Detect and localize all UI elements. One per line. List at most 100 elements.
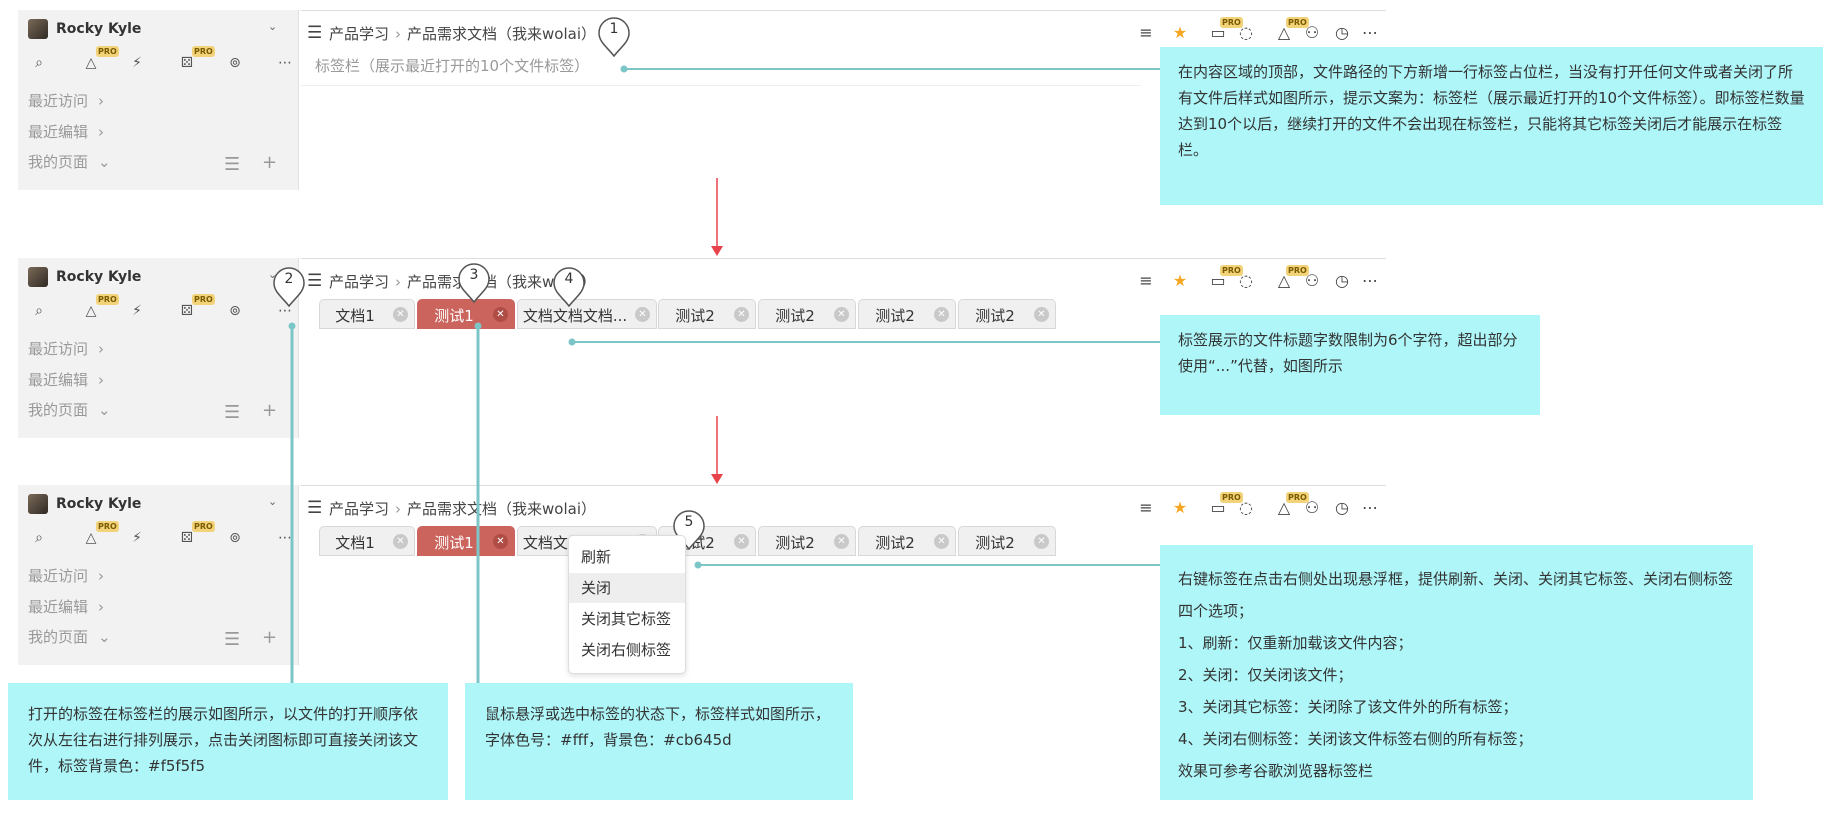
search-icon[interactable]: ⌕ xyxy=(28,527,50,549)
close-icon[interactable]: ✕ xyxy=(1034,534,1049,549)
comment-icon[interactable]: ◌ xyxy=(1234,21,1258,45)
sidebar-item-my-pages[interactable]: 我的页面 ⌄ xyxy=(28,626,111,647)
sidebar-item-recent-visit[interactable]: 最近访问 › xyxy=(28,565,104,586)
tab[interactable]: 测试2 ✕ xyxy=(958,526,1056,556)
add-page-icon[interactable]: + xyxy=(262,152,277,173)
comment-icon[interactable]: ◌ xyxy=(1234,269,1258,293)
breadcrumb-root[interactable]: 产品学习 xyxy=(329,271,389,292)
comment-icon[interactable]: ◌ xyxy=(1234,496,1258,520)
flow-arrow-2-head xyxy=(711,474,723,484)
sidebar: Rocky Kyle ⌄ ⌕ △ PRO ⚡ ⚄ PRO ⊚ ⋯ 最近访问 › 最近编辑 › 我的页面 ⌄ ☰ + xyxy=(18,258,299,438)
marker-number: 3 xyxy=(469,267,479,283)
history-icon[interactable]: ◷ xyxy=(1330,21,1354,45)
tab[interactable]: 测试2 ✕ xyxy=(958,299,1056,329)
close-icon[interactable]: ✕ xyxy=(393,534,408,549)
marker-number: 5 xyxy=(684,514,694,530)
add-user-icon[interactable]: ⚇ xyxy=(1300,496,1324,520)
close-icon[interactable]: ✕ xyxy=(734,307,749,322)
sidebar-item-recent-edit[interactable]: 最近编辑 › xyxy=(28,121,104,142)
close-icon[interactable]: ✕ xyxy=(493,307,508,322)
sidebar-item-my-pages[interactable]: 我的页面 ⌄ xyxy=(28,151,111,172)
menu-item-close-right[interactable]: 关闭右侧标签 xyxy=(569,635,685,665)
breadcrumb-root[interactable]: 产品学习 xyxy=(329,23,389,44)
menu-icon[interactable]: ☰ xyxy=(307,271,322,291)
menu-item-refresh[interactable]: 刷新 xyxy=(569,542,685,572)
star-icon[interactable]: ★ xyxy=(1168,269,1192,293)
more-icon[interactable]: ⋯ xyxy=(274,52,296,74)
lightning-icon[interactable]: ⚡ xyxy=(126,52,148,74)
close-icon[interactable]: ✕ xyxy=(934,307,949,322)
history-icon[interactable]: ◷ xyxy=(1330,496,1354,520)
tab[interactable]: 文档1 ✕ xyxy=(319,299,415,329)
lightning-icon[interactable]: ⚡ xyxy=(126,300,148,322)
search-icon[interactable]: ⌕ xyxy=(28,52,50,74)
close-icon[interactable]: ✕ xyxy=(635,307,650,322)
close-icon[interactable]: ✕ xyxy=(393,307,408,322)
tab-label: 测试2 xyxy=(775,534,815,552)
chevron-down-icon[interactable]: ⌄ xyxy=(268,20,277,33)
star-icon[interactable]: ★ xyxy=(1168,21,1192,45)
add-user-icon[interactable]: ⚇ xyxy=(1300,21,1324,45)
sidebar: Rocky Kyle ⌄ ⌕ △ PRO ⚡ ⚄ PRO ⊚ ⋯ 最近访问 › 最近编辑 › 我的页面 ⌄ ☰ + xyxy=(18,485,299,665)
list-icon[interactable]: ☰ xyxy=(224,629,240,650)
pro-badge: PRO xyxy=(192,294,215,305)
tab[interactable]: 文档文档文档... ✕ xyxy=(517,299,657,329)
close-icon[interactable]: ✕ xyxy=(934,534,949,549)
tab[interactable]: 文档1 ✕ xyxy=(319,526,415,556)
workspace-switcher[interactable]: Rocky Kyle xyxy=(28,264,141,290)
top-toolbar: ≡ ★ ▭ PRO ◌ △ PRO ⚇ ◷ ⋯ xyxy=(1126,492,1378,520)
sidebar-toolbar: ⌕ △ PRO ⚡ ⚄ PRO ⊚ ⋯ xyxy=(28,46,292,74)
tab[interactable]: 测试2 ✕ xyxy=(758,526,856,556)
tab[interactable]: 测试2 ✕ xyxy=(758,299,856,329)
tab[interactable]: 测试2 ✕ xyxy=(858,299,956,329)
outline-search-icon[interactable]: ≡ xyxy=(1134,496,1158,520)
workspace-switcher[interactable]: Rocky Kyle xyxy=(28,491,141,517)
sidebar-item-recent-edit[interactable]: 最近编辑 › xyxy=(28,369,104,390)
outline-search-icon[interactable]: ≡ xyxy=(1134,21,1158,45)
tab-label: 文档1 xyxy=(335,534,375,552)
sidebar-item-recent-visit[interactable]: 最近访问 › xyxy=(28,338,104,359)
search-icon[interactable]: ⌕ xyxy=(28,300,50,322)
more-icon[interactable]: ⋯ xyxy=(1358,21,1382,45)
lightning-icon[interactable]: ⚡ xyxy=(126,527,148,549)
star-icon[interactable]: ★ xyxy=(1168,496,1192,520)
close-icon[interactable]: ✕ xyxy=(834,307,849,322)
inbox-icon[interactable]: ⊚ xyxy=(224,300,246,322)
more-icon[interactable]: ⋯ xyxy=(1358,269,1382,293)
more-icon[interactable]: ⋯ xyxy=(274,527,296,549)
chevron-right-icon: › xyxy=(98,92,105,110)
sidebar-item-label: 我的页面 xyxy=(28,401,89,419)
tab[interactable]: 测试2 ✕ xyxy=(858,526,956,556)
menu-icon[interactable]: ☰ xyxy=(307,23,322,43)
more-icon[interactable]: ⋯ xyxy=(1358,496,1382,520)
tab[interactable]: 测试1 ✕ xyxy=(417,526,515,556)
inbox-icon[interactable]: ⊚ xyxy=(224,527,246,549)
tab-label: 测试2 xyxy=(775,307,815,325)
close-icon[interactable]: ✕ xyxy=(493,534,508,549)
list-icon[interactable]: ☰ xyxy=(224,402,240,423)
close-icon[interactable]: ✕ xyxy=(1034,307,1049,322)
menu-icon[interactable]: ☰ xyxy=(307,498,322,518)
workspace-name: Rocky Kyle xyxy=(56,21,142,37)
sidebar-item-recent-visit[interactable]: 最近访问 › xyxy=(28,90,104,111)
chevron-right-icon: › xyxy=(98,598,105,616)
list-icon[interactable]: ☰ xyxy=(224,154,240,175)
add-user-icon[interactable]: ⚇ xyxy=(1300,269,1324,293)
inbox-icon[interactable]: ⊚ xyxy=(224,52,246,74)
close-icon[interactable]: ✕ xyxy=(834,534,849,549)
add-page-icon[interactable]: + xyxy=(262,627,277,648)
menu-item-close-others[interactable]: 关闭其它标签 xyxy=(569,604,685,634)
menu-item-close[interactable]: 关闭 xyxy=(569,573,685,603)
close-icon[interactable]: ✕ xyxy=(734,534,749,549)
outline-search-icon[interactable]: ≡ xyxy=(1134,269,1158,293)
sidebar-item-label: 我的页面 xyxy=(28,153,89,171)
annotation-note-3: 打开的标签在标签栏的展示如图所示，以文件的打开顺序依次从左往右进行排列展示，点击… xyxy=(8,683,448,800)
breadcrumb-root[interactable]: 产品学习 xyxy=(329,498,389,519)
sidebar-item-recent-edit[interactable]: 最近编辑 › xyxy=(28,596,104,617)
history-icon[interactable]: ◷ xyxy=(1330,269,1354,293)
workspace-switcher[interactable]: Rocky Kyle xyxy=(28,16,141,42)
add-page-icon[interactable]: + xyxy=(262,400,277,421)
tab[interactable]: 测试2 ✕ xyxy=(658,299,756,329)
chevron-down-icon[interactable]: ⌄ xyxy=(268,495,277,508)
sidebar-item-my-pages[interactable]: 我的页面 ⌄ xyxy=(28,399,111,420)
